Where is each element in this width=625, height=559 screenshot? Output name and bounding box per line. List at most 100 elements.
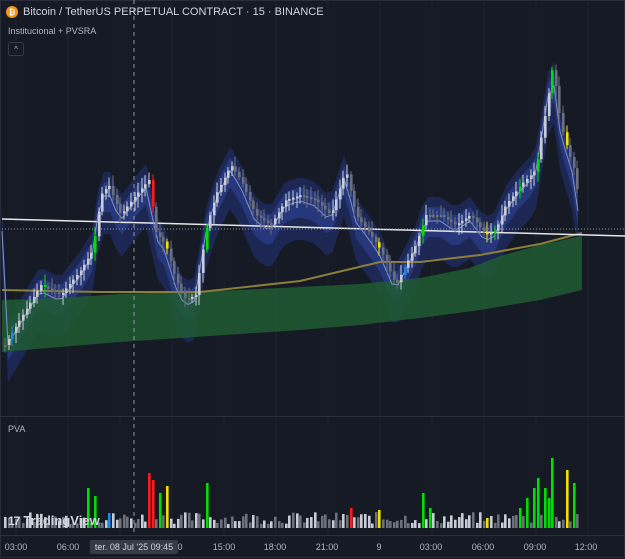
volume-bar (454, 519, 457, 528)
volume-bar (260, 523, 263, 528)
candle-body (220, 185, 223, 193)
volume-bar (490, 516, 493, 528)
candle-body (15, 326, 18, 333)
volume-bar (288, 515, 291, 528)
indicator-label[interactable]: Institucional + PVSRA (8, 26, 96, 36)
candle-body (184, 290, 187, 298)
volume-bar (450, 515, 453, 528)
volume-bar (429, 508, 432, 528)
volume-bar (551, 458, 554, 528)
candle-body (238, 171, 241, 177)
volume-bar (522, 515, 525, 528)
volume-bar (123, 514, 126, 528)
candle-body (11, 332, 14, 339)
volume-bar (249, 522, 252, 528)
candle-body (548, 93, 551, 116)
x-tick: 03:00 (4, 542, 28, 552)
volume-bar (422, 493, 425, 528)
volume-bar (555, 516, 558, 528)
pane-separator[interactable] (0, 416, 625, 417)
candle-body (76, 275, 79, 280)
candle-body (278, 212, 281, 219)
volume-bar (245, 513, 248, 528)
volume-bar (400, 519, 403, 528)
candle-body (342, 177, 345, 189)
candle-body (490, 232, 493, 235)
chart-title[interactable]: ₿ Bitcoin / TetherUS PERPETUAL CONTRACT … (6, 6, 324, 18)
candle-body (375, 236, 378, 243)
volume-bar (483, 520, 486, 528)
candle-body (317, 199, 320, 203)
volume-bar (519, 508, 522, 528)
time-axis[interactable]: 03:00 06:00 0 15:00 18:00 21:00 9 03:00 … (0, 535, 625, 559)
volume-bar (188, 512, 191, 528)
volume-bar (130, 518, 133, 528)
candle-body (126, 206, 129, 212)
candle-body (288, 198, 291, 201)
volume-bar (126, 516, 129, 528)
volume-bar (296, 513, 299, 528)
candle-body (429, 215, 432, 217)
candle-body (263, 218, 266, 221)
candle-body (544, 116, 547, 138)
candle-body (404, 267, 407, 275)
tradingview-wordmark: TradingView (23, 513, 100, 528)
chart-canvas[interactable] (0, 0, 625, 558)
candle-body (339, 188, 342, 200)
volume-bar (281, 522, 284, 528)
volume-bar (342, 514, 345, 528)
volume-bar (116, 519, 119, 528)
candle-body (332, 210, 335, 213)
volume-bar (314, 512, 317, 528)
tradingview-watermark[interactable]: 17 TradingView (8, 513, 100, 528)
volume-bar (155, 519, 158, 528)
volume-bar (227, 523, 230, 528)
candle-body (51, 288, 54, 291)
volume-pane-label[interactable]: PVA (8, 424, 25, 434)
candle-body (137, 192, 140, 197)
candle-body (22, 314, 25, 321)
volume-bar (285, 523, 288, 528)
candle-body (234, 166, 237, 172)
candle-body (465, 218, 468, 221)
candle-body (72, 279, 75, 284)
volume-bar (206, 483, 209, 528)
candle-body (504, 206, 507, 216)
candle-body (65, 288, 68, 293)
volume-bar (119, 518, 122, 528)
candle-body (213, 202, 216, 216)
symbol-title[interactable]: Bitcoin / TetherUS PERPETUAL CONTRACT · … (23, 6, 324, 18)
collapse-icon[interactable]: ^ (8, 42, 24, 56)
candle-body (191, 296, 194, 299)
candle-body (350, 174, 353, 191)
candle-body (155, 206, 158, 233)
candle-body (483, 227, 486, 233)
candle-body (436, 215, 439, 217)
volume-bar (310, 517, 313, 528)
volume-bar (461, 513, 464, 528)
volume-bar (530, 522, 533, 528)
candle-body (4, 345, 7, 347)
candle-body (26, 308, 29, 315)
volume-bar (350, 508, 353, 528)
volume-bar (548, 498, 551, 528)
candle-body (108, 186, 111, 189)
volume-bar (558, 521, 561, 528)
volume-bar (180, 514, 183, 528)
candle-body (494, 230, 497, 233)
candle-body (537, 159, 540, 172)
candle-body (558, 86, 561, 113)
volume-bar (191, 520, 194, 528)
candle-body (526, 179, 529, 183)
volume-bar (382, 519, 385, 528)
candle-body (177, 273, 180, 284)
candle-body (472, 216, 475, 219)
candle-body (476, 217, 479, 223)
candle-body (447, 217, 450, 220)
volume-bar (389, 521, 392, 528)
volume-bar (512, 515, 515, 528)
volume-bar (368, 515, 371, 528)
candle-body (180, 283, 183, 291)
volume-bar (576, 514, 579, 528)
candle-body (371, 231, 374, 237)
